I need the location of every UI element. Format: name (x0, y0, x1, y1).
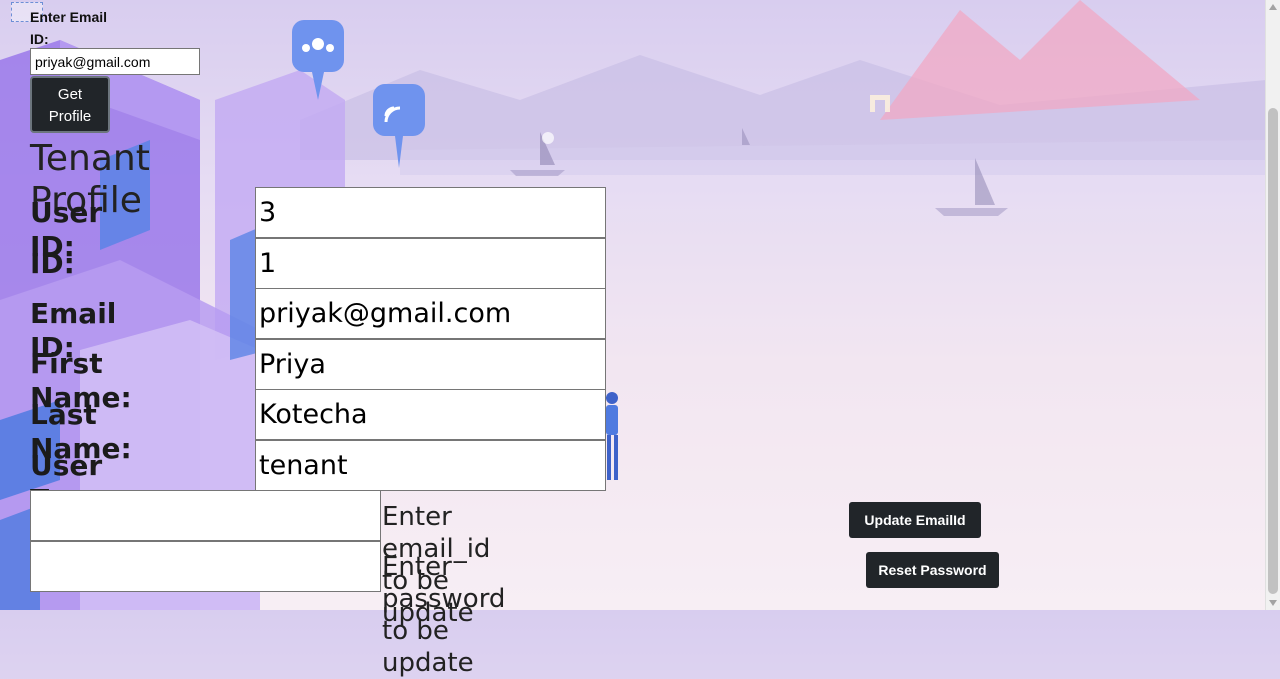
get-profile-label-line1: Get (57, 86, 83, 103)
lookup-email-input[interactable] (30, 48, 200, 75)
first-name-field[interactable] (255, 339, 606, 390)
get-profile-label-line2: Profile (48, 108, 92, 125)
scroll-down-arrow-icon[interactable] (1269, 600, 1277, 606)
user-id-field[interactable] (255, 187, 606, 238)
id-field[interactable] (255, 238, 606, 289)
new-password-input[interactable] (30, 541, 381, 592)
update-emailid-button[interactable]: Update EmailId (849, 502, 981, 538)
scrollbar-thumb[interactable] (1268, 108, 1278, 594)
new-password-prompt: Enter password to be update (382, 552, 506, 678)
scroll-up-arrow-icon[interactable] (1269, 4, 1277, 10)
reset-password-button[interactable]: Reset Password (866, 552, 999, 588)
last-name-field[interactable] (255, 389, 606, 440)
new-email-input[interactable] (30, 490, 381, 541)
user-type-field[interactable] (255, 440, 606, 491)
id-label: ID: (30, 247, 75, 280)
email-id-field[interactable] (255, 288, 606, 339)
vertical-scrollbar[interactable] (1265, 0, 1280, 610)
get-profile-button[interactable]: Get Profile (30, 76, 110, 133)
enter-email-label: Enter Email ID: (30, 9, 108, 47)
